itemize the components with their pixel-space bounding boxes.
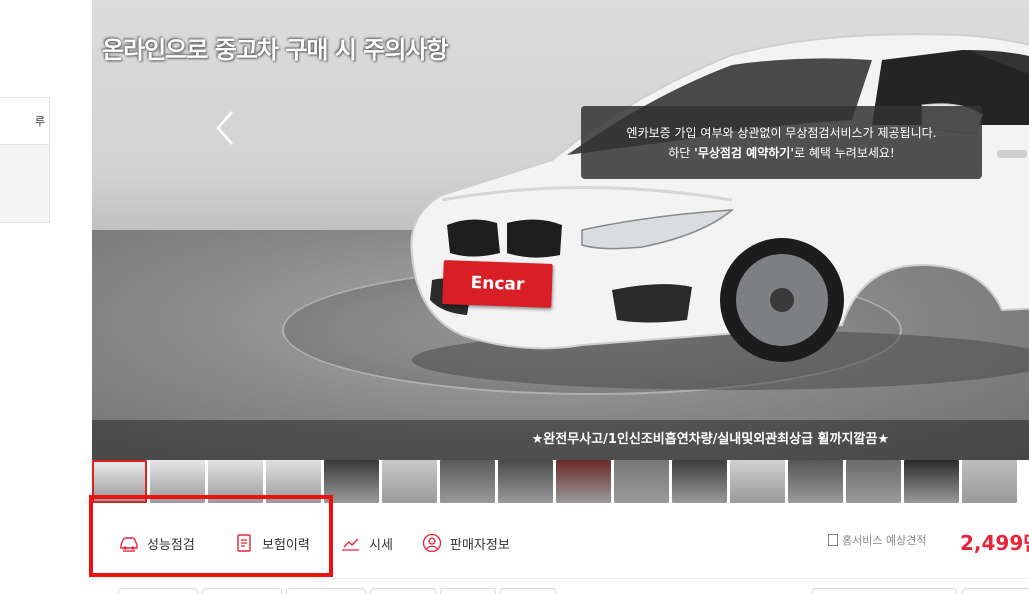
- bottom-tab-8[interactable]: [962, 588, 1029, 594]
- price: 2,499만: [960, 531, 1029, 555]
- gallery-thumbnail[interactable]: [846, 460, 901, 503]
- gallery-thumbnail[interactable]: [440, 460, 495, 503]
- bottom-tab-3[interactable]: [286, 588, 366, 594]
- listing-caption: ★완전무사고/1인신조비흡연차량/실내및외관최상급 휠까지깔끔★: [92, 420, 1029, 460]
- video-title: 온라인으로 중고차 구매 시 주의사항: [102, 36, 449, 64]
- gallery-thumbnail[interactable]: [672, 460, 727, 503]
- car-detail-page: 루 온라인으로 중고차 구매 시 주의사항 엔카보증 가입 여부와 상관없이 무…: [0, 0, 1029, 594]
- gallery-thumbnail[interactable]: [556, 460, 611, 503]
- gallery-thumbnail[interactable]: [382, 460, 437, 503]
- left-sidebar: 루: [0, 0, 92, 594]
- bottom-tab-6[interactable]: [500, 588, 556, 594]
- left-info-body: [0, 145, 49, 222]
- gallery-thumbnail[interactable]: [788, 460, 843, 503]
- bottom-tab-4[interactable]: [370, 588, 436, 594]
- bottom-tab-2[interactable]: [202, 588, 282, 594]
- chevron-left-icon[interactable]: [212, 108, 238, 145]
- home-service-estimate[interactable]: 홈서비스 예상견적: [828, 532, 926, 548]
- estimate-label: 홈서비스 예상견적: [842, 534, 927, 547]
- tab-label: 시세: [369, 537, 393, 553]
- highlight-annotation: [89, 495, 333, 577]
- car-photo: [410, 33, 1029, 390]
- notice-line-1: 엔카보증 가입 여부와 상관없이 무상점검서비스가 제공됩니다.: [626, 126, 937, 140]
- left-info-label: 루: [0, 98, 49, 145]
- bottom-tab-5[interactable]: [440, 588, 496, 594]
- gallery-thumbnail[interactable]: [904, 460, 959, 503]
- notice-line-2: 하단 '무상점검 예약하기'로 혜택 누려보세요!: [668, 146, 895, 160]
- gallery-thumbnail[interactable]: [730, 460, 785, 503]
- trend-chart-icon: [341, 533, 361, 553]
- tab-seller-info[interactable]: 판매자정보: [422, 533, 510, 553]
- gallery-thumbnail[interactable]: [962, 460, 1017, 503]
- calculator-icon: [828, 534, 838, 546]
- notice-highlight: '무상점검 예약하기': [694, 146, 794, 160]
- user-icon: [422, 533, 442, 553]
- bottom-tab-7[interactable]: [812, 588, 957, 594]
- left-info-box: 루: [0, 97, 50, 223]
- bottom-tab-1[interactable]: [118, 588, 198, 594]
- gallery-thumbnail[interactable]: [614, 460, 669, 503]
- photo-gallery[interactable]: 온라인으로 중고차 구매 시 주의사항 엔카보증 가입 여부와 상관없이 무상점…: [92, 0, 1029, 460]
- tab-label: 판매자정보: [450, 537, 510, 553]
- license-plate: Encar: [442, 260, 553, 308]
- gallery-thumbnail[interactable]: [498, 460, 553, 503]
- free-inspection-notice: 엔카보증 가입 여부와 상관없이 무상점검서비스가 제공됩니다. 하단 '무상점…: [581, 106, 982, 179]
- tab-market-price[interactable]: 시세: [341, 533, 393, 553]
